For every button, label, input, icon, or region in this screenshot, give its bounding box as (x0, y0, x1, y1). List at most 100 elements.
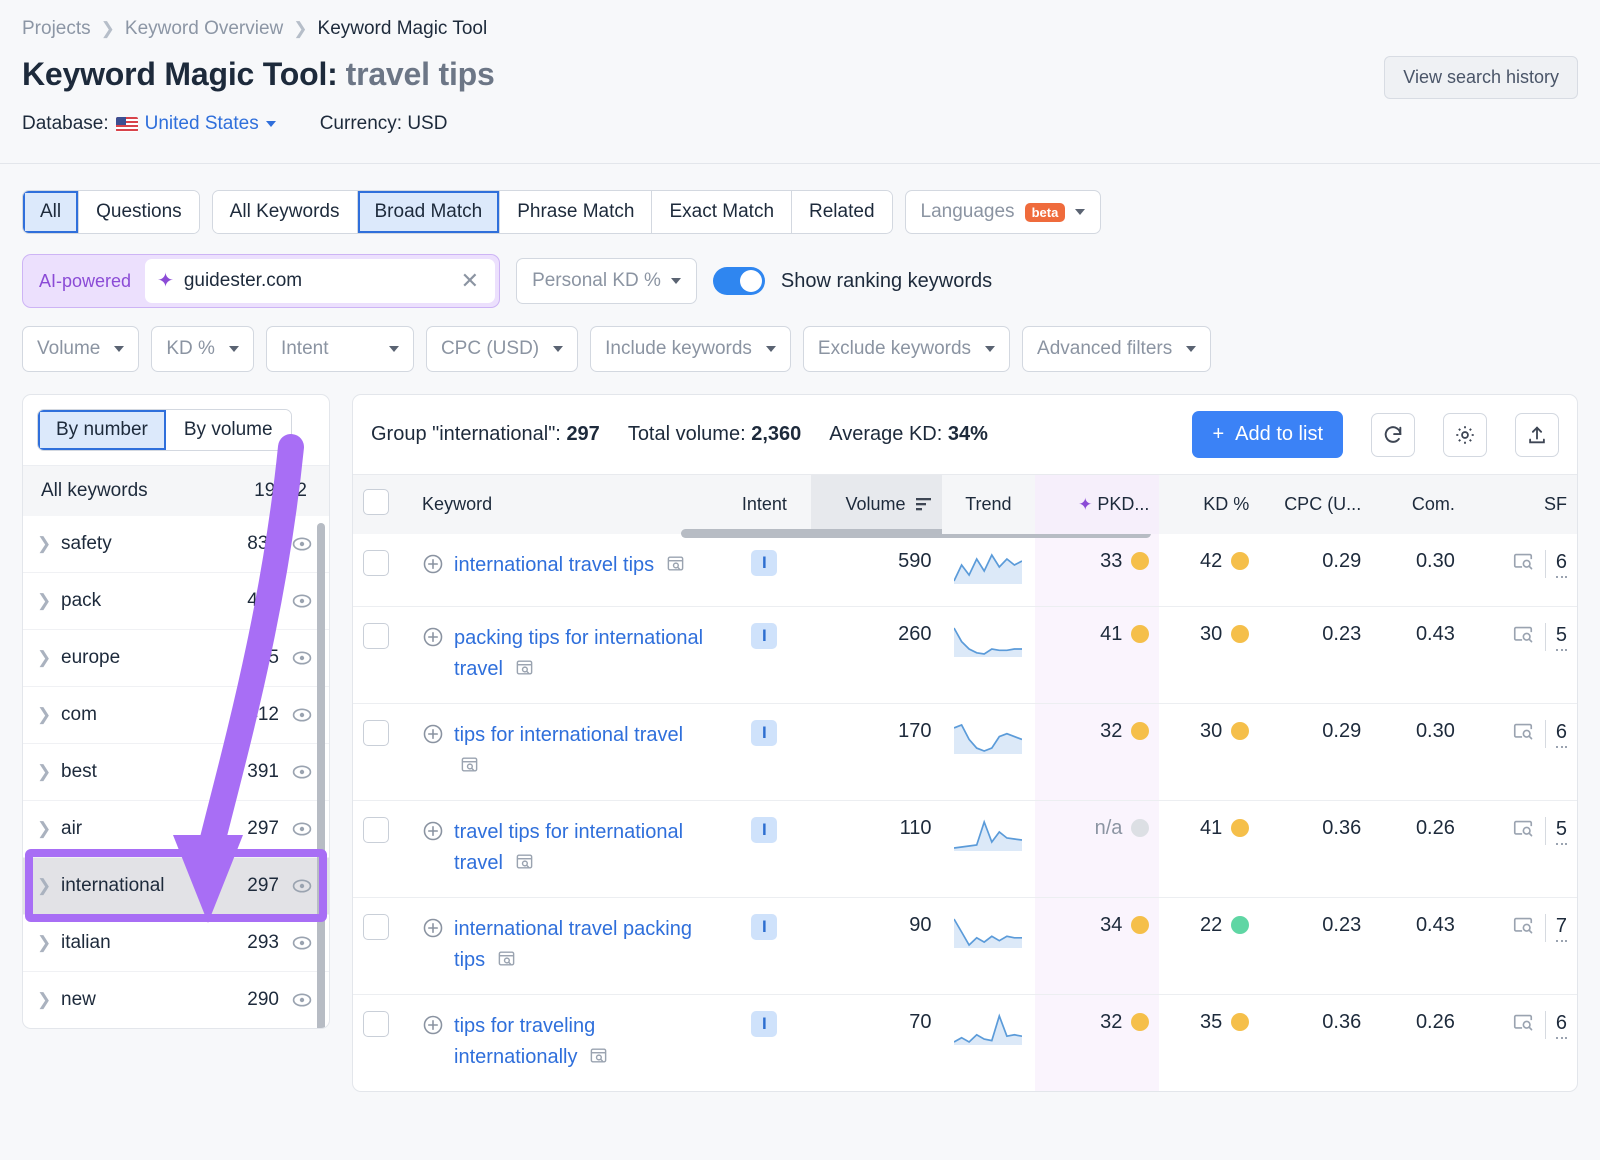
eye-icon[interactable] (291, 533, 313, 555)
serp-features-icon[interactable] (1511, 1011, 1535, 1039)
serp-features-icon[interactable] (1511, 914, 1535, 942)
export-icon[interactable] (1515, 412, 1559, 457)
eye-icon[interactable] (291, 590, 313, 612)
filter-intent[interactable]: Intent (265, 326, 414, 372)
intent-badge[interactable]: I (751, 720, 778, 746)
tab-broad-match[interactable]: Broad Match (357, 191, 501, 233)
table-row[interactable]: tips for international travel I 170 32 30 0.… (353, 703, 1577, 801)
eye-icon[interactable] (291, 932, 313, 954)
chevron-right-icon[interactable]: ❯ (37, 819, 61, 839)
add-keyword-icon[interactable] (422, 820, 444, 848)
sidebar-item-europe[interactable]: ❯ europe 435 (23, 629, 329, 686)
intent-badge[interactable]: I (751, 623, 778, 649)
keyword-link[interactable]: international travel packing tips (454, 914, 707, 978)
personal-kd-dropdown[interactable]: Personal KD % (516, 258, 697, 304)
chevron-right-icon[interactable]: ❯ (37, 762, 61, 782)
add-to-list-button[interactable]: + Add to list (1192, 411, 1343, 458)
serp-preview-icon[interactable] (589, 1044, 608, 1075)
table-row[interactable]: international travel tips I 590 33 42 0.29 0.… (353, 534, 1577, 607)
eye-icon[interactable] (291, 875, 313, 897)
row-checkbox[interactable] (363, 914, 389, 940)
view-search-history-button[interactable]: View search history (1384, 56, 1578, 99)
keyword-link[interactable]: tips for international travel (454, 720, 707, 784)
table-row[interactable]: travel tips for international travel I 11… (353, 800, 1577, 898)
show-ranking-keywords-toggle[interactable] (712, 267, 765, 295)
chevron-right-icon[interactable]: ❯ (37, 534, 61, 554)
chevron-right-icon[interactable]: ❯ (37, 591, 61, 611)
refresh-icon[interactable] (1371, 412, 1415, 457)
sidebar-item-best[interactable]: ❯ best 391 (23, 743, 329, 800)
col-kd[interactable]: KD % (1159, 474, 1260, 534)
table-row[interactable]: international travel packing tips I 90 34 2… (353, 897, 1577, 995)
filter-cpc[interactable]: CPC (USD) (425, 326, 579, 372)
breadcrumb-item-projects[interactable]: Projects (22, 18, 91, 40)
filter-kd[interactable]: KD % (151, 326, 254, 372)
chevron-right-icon[interactable]: ❯ (37, 705, 61, 725)
filter-advanced[interactable]: Advanced filters (1022, 326, 1212, 372)
serp-features-icon[interactable] (1511, 623, 1535, 651)
domain-input-wrap[interactable]: ✦ guidester.com ✕ (145, 259, 496, 303)
intent-badge[interactable]: I (751, 817, 778, 843)
add-keyword-icon[interactable] (422, 626, 444, 654)
row-checkbox[interactable] (363, 1011, 389, 1037)
keyword-link[interactable]: packing tips for international travel (454, 623, 707, 687)
keyword-link[interactable]: tips for traveling internationally (454, 1011, 707, 1075)
col-com[interactable]: Com. (1371, 474, 1465, 534)
eye-icon[interactable] (291, 761, 313, 783)
serp-features-icon[interactable] (1511, 550, 1535, 578)
col-cpc[interactable]: CPC (U... (1259, 474, 1372, 534)
chevron-down-icon[interactable] (265, 121, 276, 127)
serp-preview-icon[interactable] (460, 753, 479, 784)
keyword-link[interactable]: travel tips for international travel (454, 817, 707, 881)
domain-input[interactable]: guidester.com (184, 270, 447, 292)
tab-all-keywords[interactable]: All Keywords (212, 191, 358, 233)
col-pkd[interactable]: ✦ PKD... (1035, 474, 1160, 534)
intent-badge[interactable]: I (751, 550, 778, 576)
add-keyword-icon[interactable] (422, 553, 444, 581)
tab-phrase-match[interactable]: Phrase Match (500, 191, 653, 233)
intent-badge[interactable]: I (751, 1011, 778, 1037)
table-row[interactable]: packing tips for international travel I 2… (353, 606, 1577, 704)
eye-icon[interactable] (291, 647, 313, 669)
col-volume[interactable]: Volume (681, 474, 1152, 538)
col-intent[interactable]: Intent (717, 474, 812, 534)
sidebar-item-com[interactable]: ❯ com 412 (23, 686, 329, 743)
row-checkbox[interactable] (363, 817, 389, 843)
chevron-right-icon[interactable]: ❯ (37, 990, 61, 1010)
clear-icon[interactable]: ✕ (457, 268, 483, 294)
sidebar-scrollbar[interactable] (317, 523, 325, 1028)
serp-features-icon[interactable] (1511, 720, 1535, 748)
sidebar-item-italian[interactable]: ❯ italian 293 (23, 914, 329, 971)
filter-exclude-keywords[interactable]: Exclude keywords (802, 326, 1011, 372)
filter-volume[interactable]: Volume (22, 326, 140, 372)
database-selector[interactable]: Database: United States (22, 113, 276, 135)
sidebar-item-new[interactable]: ❯ new 290 (23, 971, 329, 1028)
eye-icon[interactable] (291, 818, 313, 840)
tab-questions[interactable]: Questions (79, 191, 199, 233)
serp-preview-icon[interactable] (515, 850, 534, 881)
add-keyword-icon[interactable] (422, 1014, 444, 1042)
tab-exact-match[interactable]: Exact Match (652, 191, 793, 233)
keyword-link[interactable]: international travel tips (454, 550, 685, 583)
languages-dropdown[interactable]: Languages beta (904, 190, 1102, 234)
row-checkbox[interactable] (363, 720, 389, 746)
eye-icon[interactable] (291, 989, 313, 1011)
chevron-right-icon[interactable]: ❯ (37, 933, 61, 953)
row-checkbox[interactable] (363, 623, 389, 649)
col-keyword[interactable]: Keyword (412, 474, 718, 534)
tab-all[interactable]: All (23, 191, 80, 233)
gear-icon[interactable] (1443, 412, 1487, 457)
sidebar-item-air[interactable]: ❯ air 297 (23, 800, 329, 857)
col-trend[interactable]: Trend (941, 474, 1036, 534)
breadcrumb-item-keyword-overview[interactable]: Keyword Overview (125, 18, 283, 40)
serp-preview-icon[interactable] (666, 552, 685, 583)
serp-preview-icon[interactable] (515, 656, 534, 687)
select-all-checkbox[interactable] (363, 489, 389, 515)
add-keyword-icon[interactable] (422, 917, 444, 945)
sort-by-volume[interactable]: By volume (165, 410, 291, 450)
col-sf[interactable]: SF (1464, 474, 1577, 534)
sidebar-item-all-keywords[interactable]: All keywords 19,5 2 (23, 465, 329, 516)
eye-icon[interactable] (291, 704, 313, 726)
serp-preview-icon[interactable] (497, 947, 516, 978)
add-keyword-icon[interactable] (422, 723, 444, 751)
